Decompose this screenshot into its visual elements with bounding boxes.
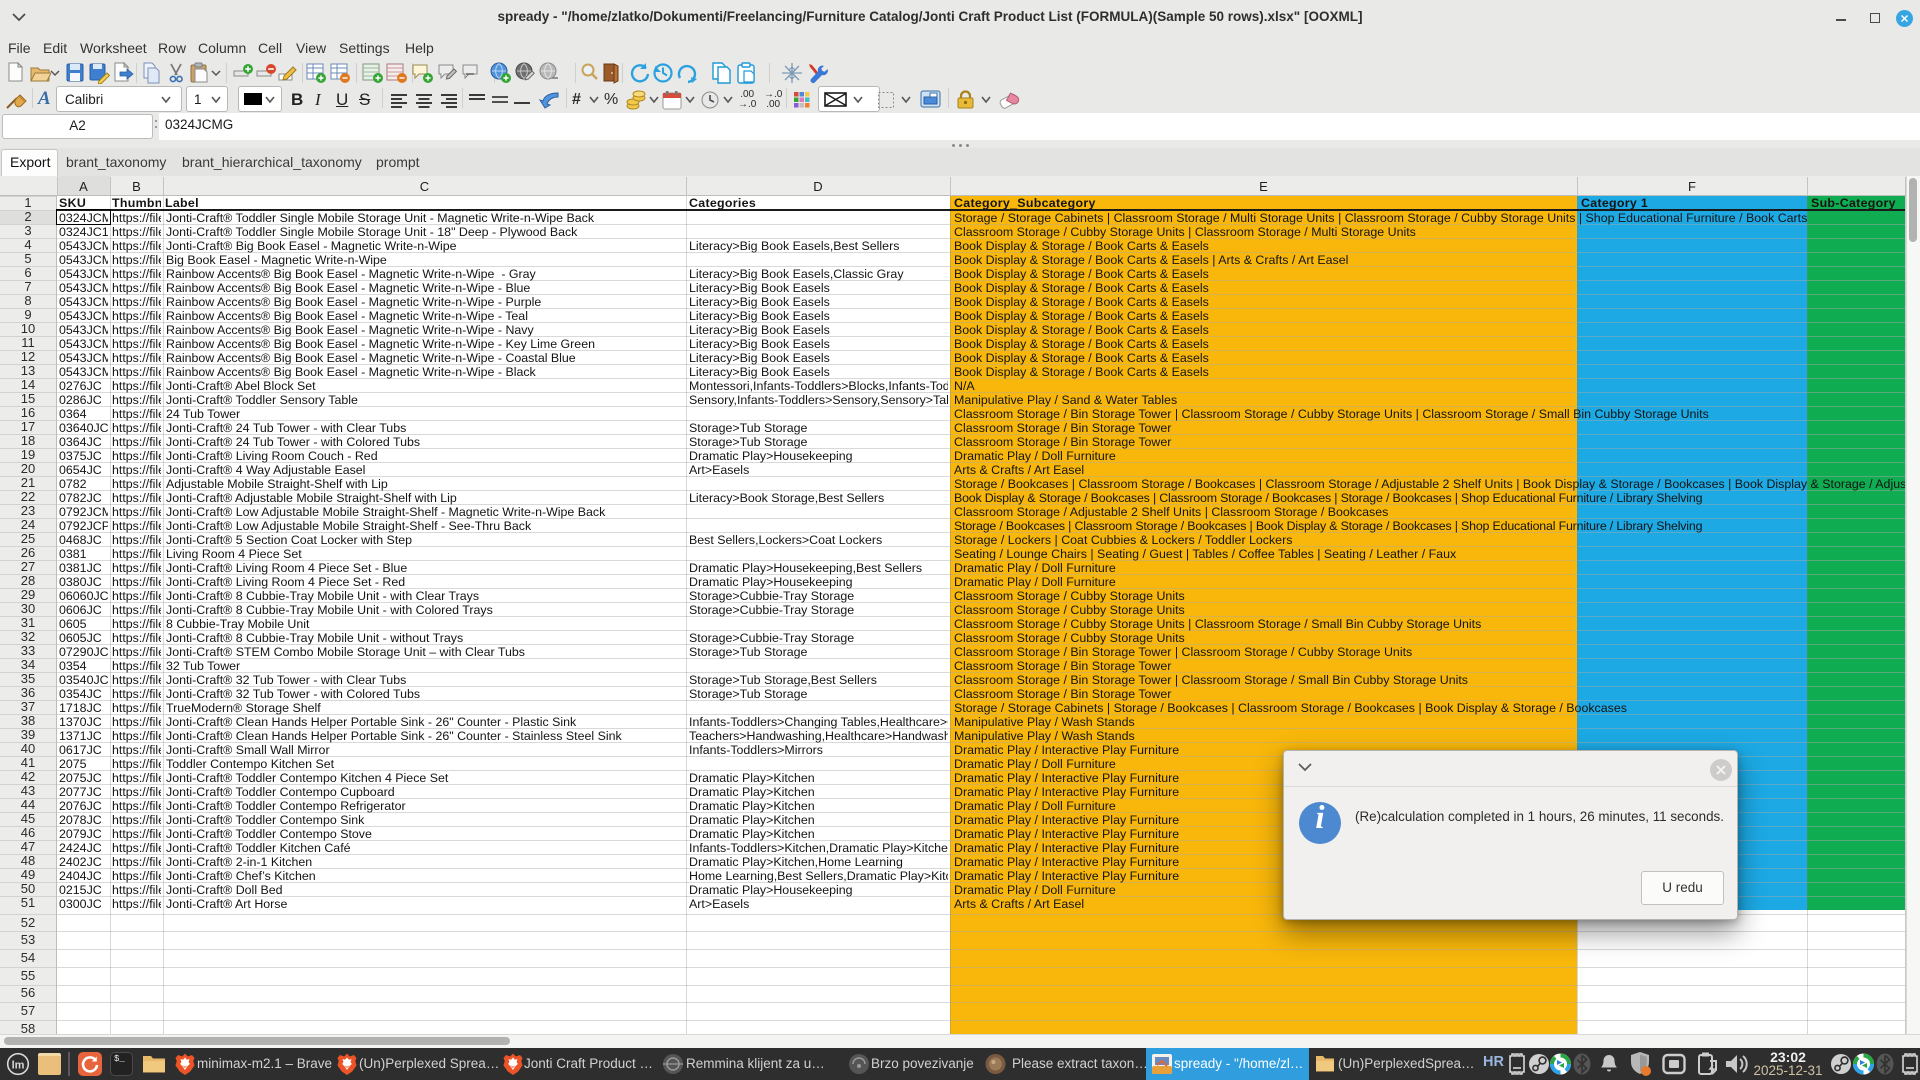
svg-text:lm: lm <box>12 1060 25 1072</box>
